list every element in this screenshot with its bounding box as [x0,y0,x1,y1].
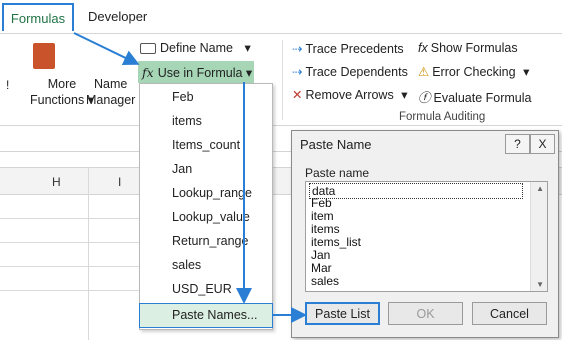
arrow-formulas-to-use [73,32,140,65]
annotation-arrows [73,32,307,323]
